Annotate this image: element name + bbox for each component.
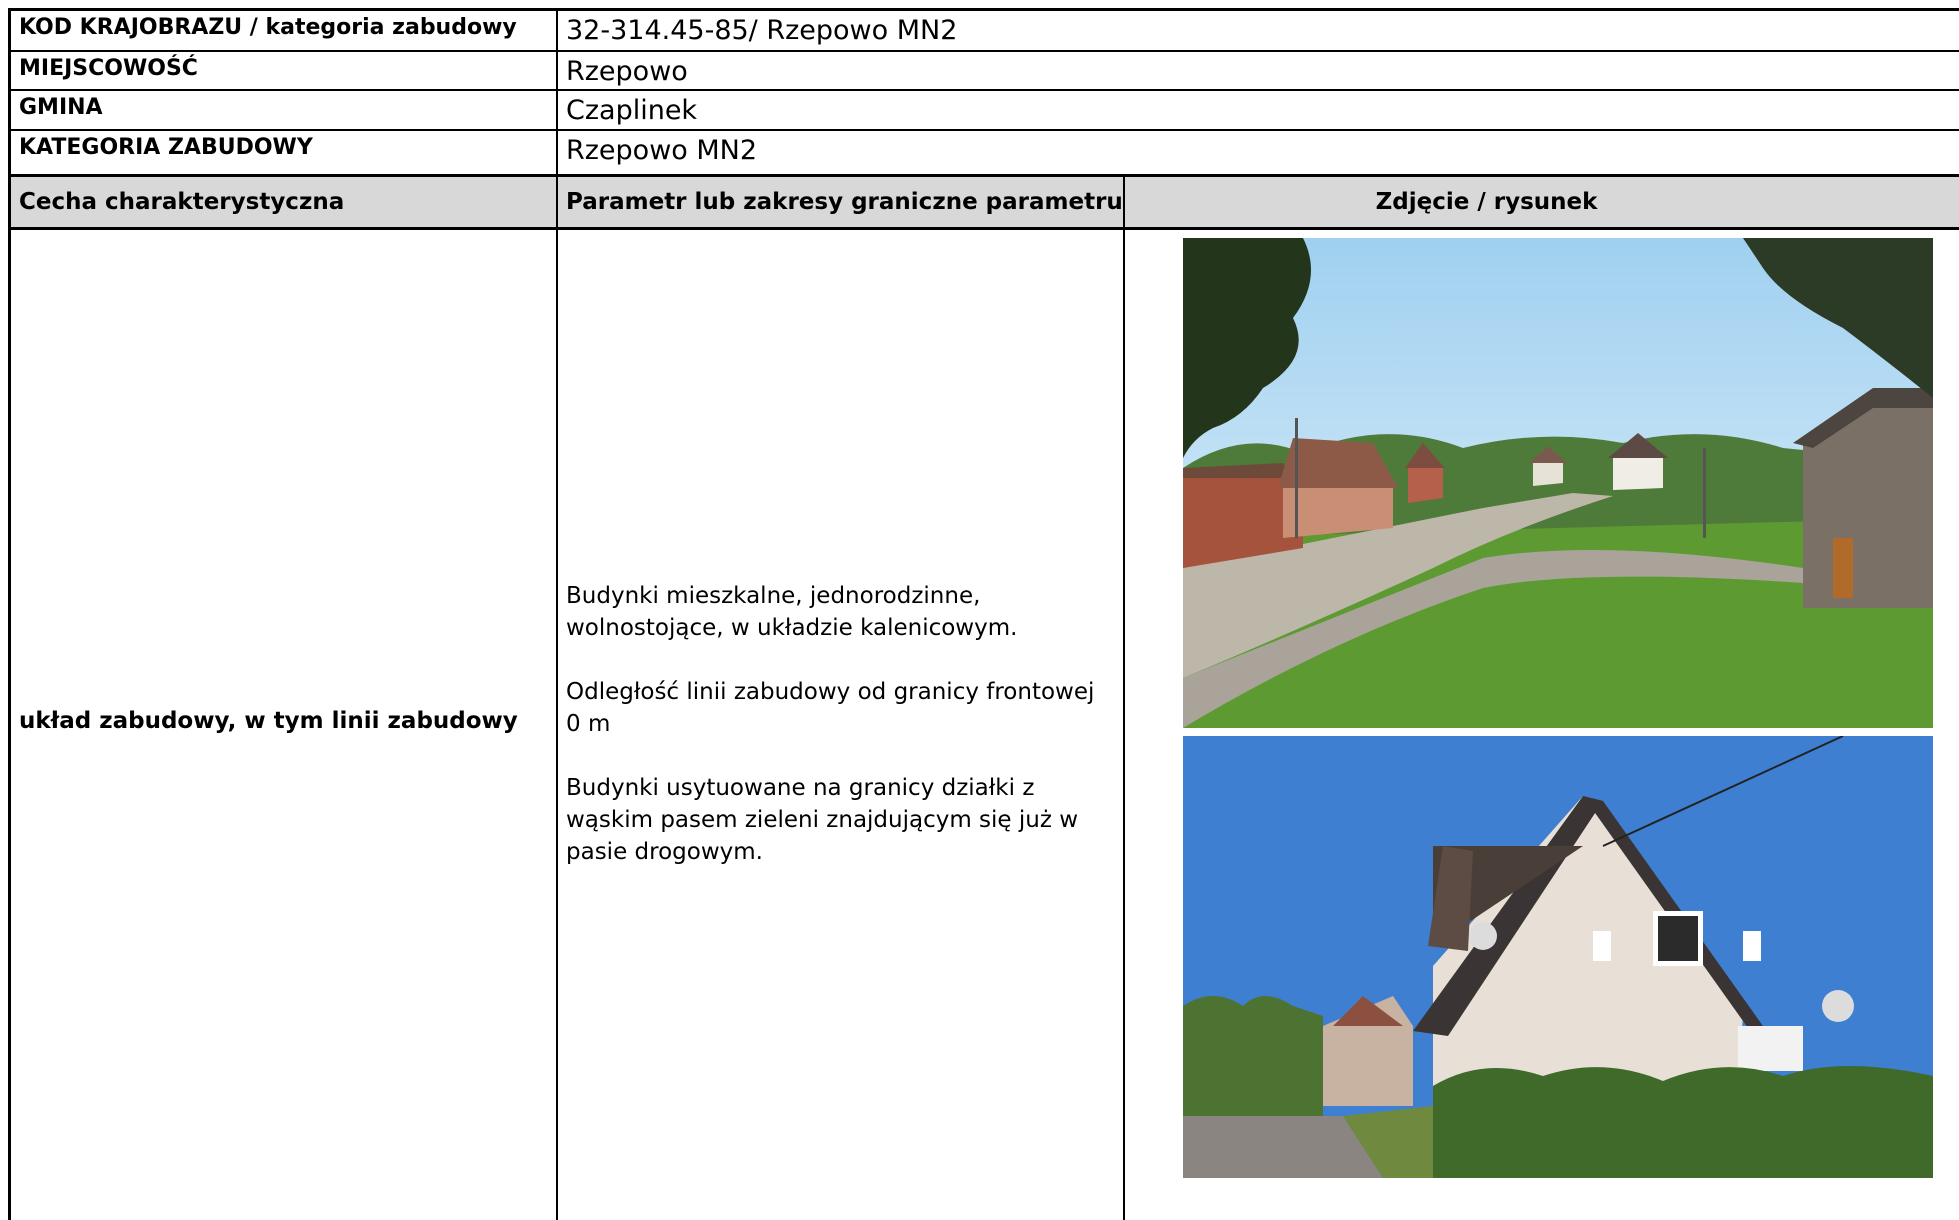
village-street-photo bbox=[1183, 238, 1933, 728]
parameter-text: Budynki mieszkalne, jednorodzinne, wolno… bbox=[566, 580, 1111, 900]
header-photo: Zdjęcie / rysunek bbox=[1375, 189, 1598, 215]
header-parameter: Parametr lub zakresy graniczne parametru bbox=[558, 177, 1125, 227]
parameter-paragraph: Budynki usytuowane na granicy działki z … bbox=[566, 775, 1079, 865]
commune-label: GMINA bbox=[8, 91, 558, 129]
info-row-commune: GMINA Czaplinek bbox=[8, 91, 1959, 131]
feature-text: układ zabudowy, w tym linii zabudowy bbox=[19, 708, 518, 734]
info-row-code: KOD KRAJOBRAZU / kategoria zabudowy 32-3… bbox=[8, 11, 1959, 52]
header-feature: Cecha charakterystyczna bbox=[8, 177, 558, 227]
locality-value: Rzepowo bbox=[566, 56, 688, 87]
code-value: 32-314.45-85/ Rzepowo MN2 bbox=[566, 15, 958, 46]
info-row-locality: MIEJSCOWOŚĆ Rzepowo bbox=[8, 52, 1959, 91]
category-label: KATEGORIA ZABUDOWY bbox=[8, 131, 558, 174]
parameter-cell: Budynki mieszkalne, jednorodzinne, wolno… bbox=[558, 230, 1125, 1220]
parameter-paragraph: Odległość linii zabudowy od granicy fron… bbox=[566, 679, 1095, 737]
locality-label: MIEJSCOWOŚĆ bbox=[8, 52, 558, 89]
parameter-paragraph: Budynki mieszkalne, jednorodzinne, wolno… bbox=[566, 583, 1018, 641]
table-header: Cecha charakterystyczna Parametr lub zak… bbox=[8, 174, 1959, 230]
house-photo bbox=[1183, 736, 1933, 1178]
info-row-category: KATEGORIA ZABUDOWY Rzepowo MN2 bbox=[8, 131, 1959, 174]
code-label: KOD KRAJOBRAZU / kategoria zabudowy bbox=[8, 11, 558, 50]
feature-cell: układ zabudowy, w tym linii zabudowy bbox=[8, 230, 558, 1220]
category-value: Rzepowo MN2 bbox=[566, 135, 758, 166]
commune-value: Czaplinek bbox=[566, 95, 698, 126]
